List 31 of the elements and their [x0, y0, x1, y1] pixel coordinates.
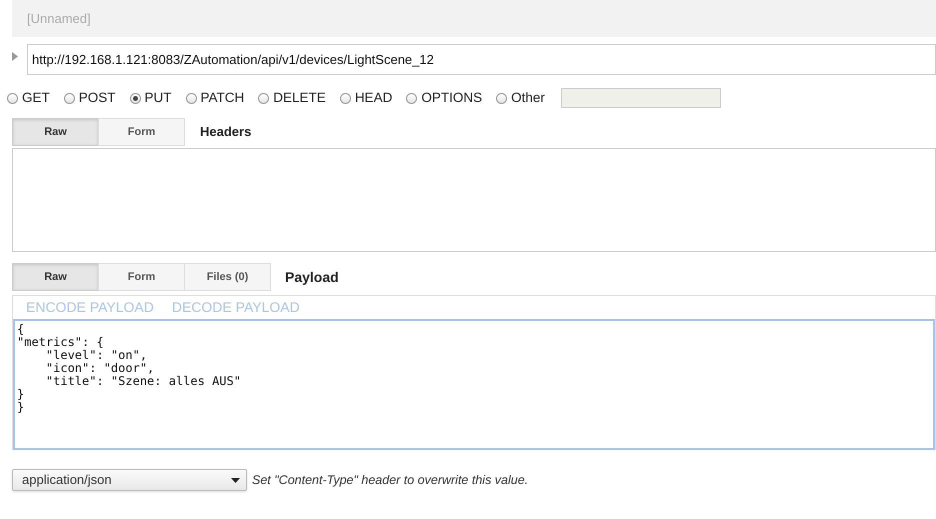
- headers-heading: Headers: [200, 123, 252, 142]
- caret-icon: [231, 478, 240, 482]
- radio-button[interactable]: [406, 92, 418, 104]
- method-label[interactable]: OPTIONS: [421, 88, 482, 108]
- tab[interactable]: Files (0): [184, 263, 271, 291]
- content-type-hint: Set "Content-Type" header to overwrite this value.: [252, 472, 528, 489]
- method-label[interactable]: PUT: [144, 88, 172, 108]
- radio-button[interactable]: [130, 92, 141, 104]
- radio-button[interactable]: [64, 92, 75, 104]
- method-label[interactable]: POST: [78, 88, 116, 108]
- payload-heading: Payload: [285, 268, 339, 287]
- tab[interactable]: Raw: [12, 263, 99, 291]
- tab[interactable]: Form: [98, 263, 185, 291]
- method-label[interactable]: GET: [22, 88, 50, 108]
- other-method-field[interactable]: [560, 88, 721, 108]
- url-field[interactable]: http://192.168.1.121:8083/ZAutomation/api/v1/devices/LightScene_12: [27, 44, 936, 75]
- method-label[interactable]: Other: [511, 88, 545, 108]
- tab[interactable]: Raw: [12, 118, 99, 146]
- tab[interactable]: Form: [98, 118, 185, 146]
- radio-button[interactable]: [258, 92, 270, 104]
- method-label[interactable]: DELETE: [273, 88, 326, 108]
- radio-button[interactable]: [340, 92, 351, 104]
- method-label[interactable]: HEAD: [354, 88, 392, 108]
- radio-button[interactable]: [7, 92, 18, 104]
- content-type-dropdown[interactable]: application/json: [12, 469, 247, 491]
- payload-editor[interactable]: { "metrics": { "level": "on", "icon": "door", "title": "Szene: alles AUS" } }: [13, 319, 935, 450]
- radio-button[interactable]: [186, 92, 197, 104]
- expand-icon[interactable]: [12, 52, 18, 61]
- radio-button[interactable]: [496, 92, 508, 104]
- method-label[interactable]: PATCH: [200, 88, 244, 108]
- headers-field[interactable]: [12, 148, 936, 252]
